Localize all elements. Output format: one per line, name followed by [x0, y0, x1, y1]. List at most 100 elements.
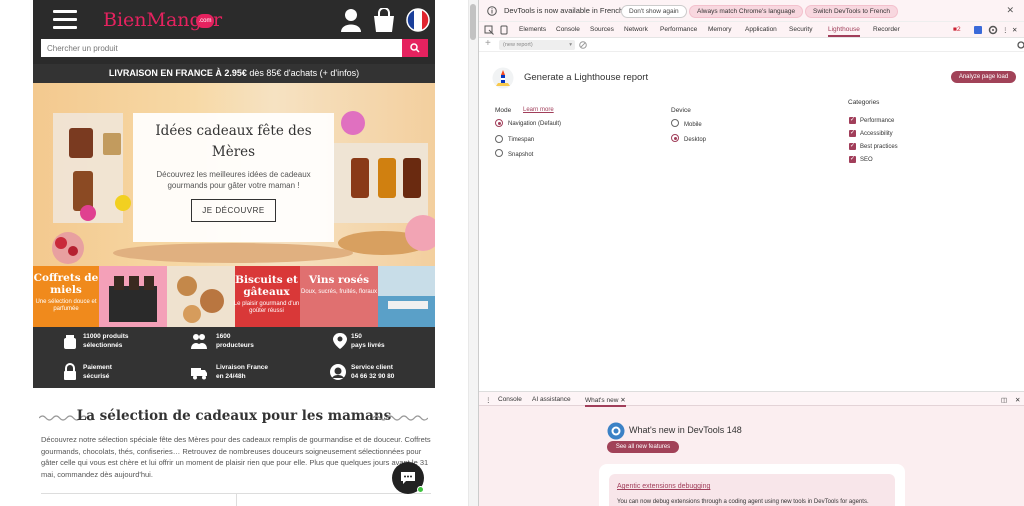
search-button[interactable]	[402, 39, 428, 57]
customer-service-icon	[330, 364, 346, 380]
feature-link[interactable]: Agentic extensions debugging	[617, 483, 710, 490]
lighthouse-title: Generate a Lighthouse report	[524, 72, 649, 83]
grid-divider	[236, 494, 237, 506]
drawer-menu-icon[interactable]: ⋮	[485, 396, 492, 404]
perk-line2: 04 66 32 90 80	[351, 373, 395, 380]
dont-show-again-button[interactable]: Don't show again	[621, 5, 687, 18]
category-seo-label[interactable]: SEO	[860, 157, 873, 163]
mode-navigation-label[interactable]: Navigation (Default)	[508, 121, 561, 127]
tile-rose-wine[interactable]: Vins rosés Doux, sucrés, fruités, florau…	[300, 266, 435, 327]
customize-icon[interactable]	[973, 25, 983, 35]
lighthouse-toolbar: + (new report) ▾	[479, 38, 1024, 52]
mode-timespan-radio[interactable]	[495, 135, 503, 143]
language-flag-icon[interactable]	[406, 8, 430, 32]
mode-navigation-radio[interactable]	[495, 119, 503, 127]
tab-network[interactable]: Network	[624, 26, 648, 33]
device-desktop-radio[interactable]	[671, 134, 679, 142]
see-all-features-button[interactable]: See all new features	[607, 441, 679, 453]
tile-title: Biscuits et gâteaux	[235, 274, 298, 298]
match-chrome-language-button[interactable]: Always match Chrome's language	[689, 5, 804, 18]
categories-label: Categories	[848, 99, 880, 106]
tile-honey[interactable]: Coffrets de miels Une sélection douce et…	[33, 266, 167, 327]
whats-new-title: What's new in DevTools 148	[629, 425, 742, 435]
drawer-tab-whats-new[interactable]: What's new ✕	[585, 396, 626, 407]
perk-line1: 11000 produits	[83, 333, 129, 340]
tab-security[interactable]: Security	[789, 26, 812, 33]
perks-bar: 11000 produits sélectionnés 1600 producteu…	[33, 327, 435, 388]
switch-to-french-button[interactable]: Switch DevTools to French	[805, 5, 898, 18]
account-icon[interactable]	[341, 8, 361, 32]
search-icon	[410, 43, 420, 53]
category-accessibility-label[interactable]: Accessibility	[860, 131, 893, 137]
discover-button[interactable]: JE DÉCOUVRE	[191, 199, 276, 222]
mode-timespan-label[interactable]: Timespan	[508, 137, 534, 143]
device-desktop-label[interactable]: Desktop	[684, 137, 706, 143]
clear-icon[interactable]	[579, 41, 587, 49]
website-viewport: BienManger .com Chercher un produit LIVR…	[0, 0, 478, 506]
settings-gear-icon[interactable]	[988, 25, 998, 35]
page-scrollbar[interactable]	[468, 0, 478, 506]
chat-bubble-icon	[401, 472, 415, 484]
perk-line2: sécurisé	[83, 373, 110, 380]
tab-memory[interactable]: Memory	[708, 26, 731, 33]
menu-icon[interactable]	[53, 10, 77, 30]
devtools-panel: DevTools is now available in French Don'…	[478, 0, 1024, 506]
lighthouse-settings-icon[interactable]	[1017, 41, 1024, 49]
device-toolbar-icon[interactable]	[499, 25, 509, 35]
perk-payment: Paiement sécurisé	[83, 363, 112, 381]
tab-console[interactable]: Console	[556, 26, 580, 33]
feature-card-inner: Agentic extensions debugging You can now…	[609, 474, 895, 506]
search-input[interactable]	[41, 39, 402, 57]
close-icon[interactable]: ✕	[1006, 5, 1014, 16]
tile-title: Coffrets de miels	[33, 272, 99, 296]
mode-label: Mode	[495, 107, 512, 114]
tab-sources[interactable]: Sources	[590, 26, 614, 33]
category-best-practices-label[interactable]: Best practices	[860, 144, 898, 150]
scrollbar-thumb[interactable]	[470, 4, 476, 40]
producers-icon	[191, 334, 207, 349]
perk-line1: Paiement	[83, 364, 112, 371]
tab-application[interactable]: Application	[745, 26, 777, 33]
category-performance-label[interactable]: Performance	[860, 118, 894, 124]
tab-elements[interactable]: Elements	[519, 26, 546, 33]
device-mobile-label[interactable]: Mobile	[684, 122, 702, 128]
wine-image	[378, 266, 435, 327]
device-mobile-radio[interactable]	[671, 119, 679, 127]
hero-card: Idées cadeaux fête des Mères Découvrez l…	[133, 113, 334, 242]
category-accessibility-checkbox[interactable]: ✓	[849, 130, 856, 137]
close-tab-icon[interactable]: ✕	[620, 397, 625, 404]
learn-more-link[interactable]: Learn more	[523, 107, 554, 113]
add-report-icon[interactable]: +	[485, 38, 491, 49]
issues-count: 2	[956, 26, 961, 33]
issues-counter[interactable]: ■2	[953, 26, 961, 33]
mode-snapshot-label[interactable]: Snapshot	[508, 152, 533, 158]
tab-recorder[interactable]: Recorder	[873, 26, 900, 33]
perk-line2: en 24/48h	[216, 373, 246, 380]
close-drawer-icon[interactable]: ✕	[1015, 396, 1020, 404]
site-header: BienManger .com	[33, 0, 435, 64]
tile-biscuits[interactable]: Biscuits et gâteaux Le plaisir gourmand …	[167, 266, 300, 327]
hero-banner: Idées cadeaux fête des Mères Découvrez l…	[33, 83, 435, 266]
category-seo-checkbox[interactable]: ✓	[849, 156, 856, 163]
tab-lighthouse[interactable]: Lighthouse	[828, 26, 860, 37]
lighthouse-logo-icon	[492, 67, 514, 89]
category-performance-checkbox[interactable]: ✓	[849, 117, 856, 124]
dock-icon[interactable]: ◫	[1001, 396, 1007, 404]
mode-snapshot-radio[interactable]	[495, 149, 503, 157]
perk-line1: Livraison France	[216, 364, 269, 371]
more-options-icon[interactable]: ⋮	[1002, 26, 1009, 34]
tab-performance[interactable]: Performance	[660, 26, 697, 33]
analyze-page-load-button[interactable]: Analyze page load	[951, 71, 1016, 83]
drawer-tab-ai-assistance[interactable]: AI assistance	[532, 396, 571, 403]
info-icon	[487, 6, 497, 16]
category-best-practices-checkbox[interactable]: ✓	[849, 143, 856, 150]
inspect-element-icon[interactable]	[484, 25, 494, 35]
drawer-tab-console[interactable]: Console	[498, 396, 522, 403]
close-devtools-icon[interactable]: ✕	[1012, 26, 1017, 34]
tile-title: Vins rosés	[308, 274, 370, 286]
shipping-banner[interactable]: LIVRAISON EN FRANCE À 2.95€ dès 85€ d'ac…	[33, 64, 435, 83]
cart-icon[interactable]	[373, 8, 395, 32]
perk-line2: sélectionnés	[83, 342, 123, 349]
report-select[interactable]: (new report) ▾	[499, 40, 575, 50]
tile-subtitle: Doux, sucrés, fruités, floraux	[300, 289, 378, 295]
